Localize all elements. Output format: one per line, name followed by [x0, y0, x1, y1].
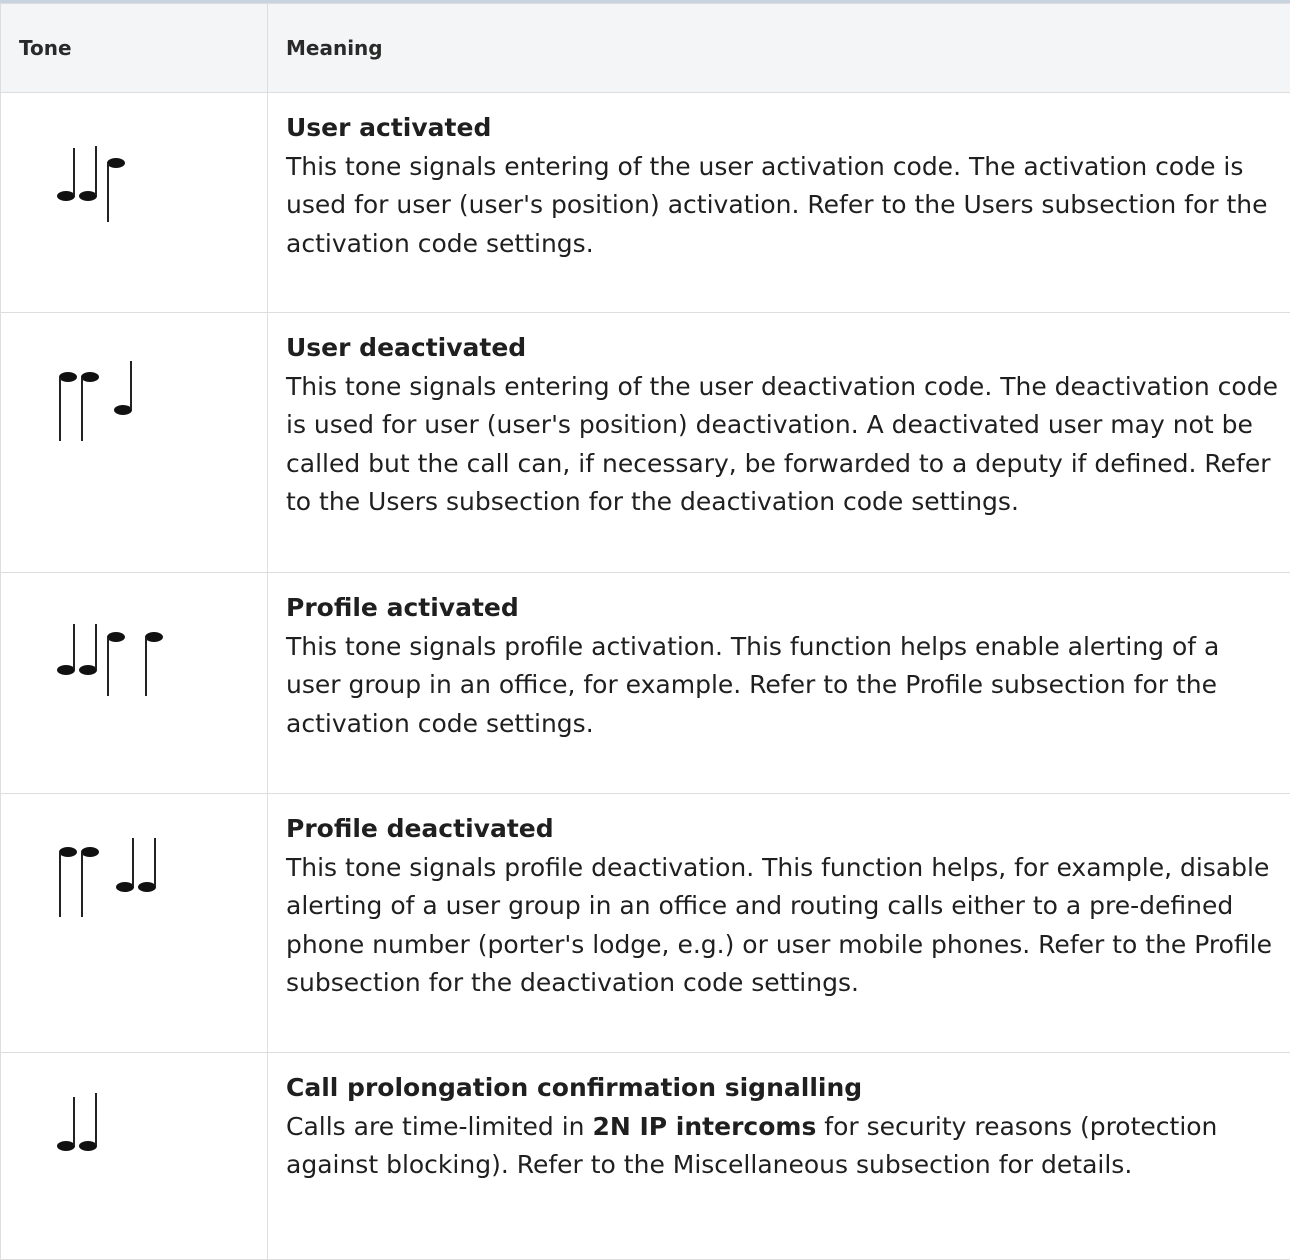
tones-table: Tone Meaning User activate [0, 3, 1290, 1260]
description-text: Calls are time-limited in [286, 1112, 592, 1141]
tones-table-frame: Tone Meaning User activate [0, 0, 1290, 1167]
tone-description: This tone signals profile deactivation. … [286, 853, 1272, 998]
table-row: Call prolongation confirmation signallin… [1, 1053, 1290, 1260]
meaning-cell: Call prolongation confirmation signallin… [268, 1053, 1290, 1260]
tone-title: User activated [286, 109, 1280, 148]
table-row: Profile activated This tone signals prof… [1, 573, 1290, 794]
tone-title: Profile deactivated [286, 810, 1280, 849]
table-row: User deactivated This tone signals enter… [1, 313, 1290, 573]
column-header-meaning: Meaning [268, 4, 1290, 93]
tone-cell [1, 794, 268, 1053]
table-row: User activated This tone signals enterin… [1, 93, 1290, 313]
tone-profile-activated-icon [53, 618, 193, 708]
meaning-cell: Profile activated This tone signals prof… [268, 573, 1290, 794]
table-header-row: Tone Meaning [1, 4, 1290, 93]
tone-description: This tone signals entering of the user d… [286, 372, 1278, 517]
meaning-cell: User deactivated This tone signals enter… [268, 313, 1290, 573]
table-row: Profile deactivated This tone signals pr… [1, 794, 1290, 1053]
tone-call-prolongation-icon [53, 1089, 153, 1169]
tone-cell [1, 313, 268, 573]
tone-title: User deactivated [286, 329, 1280, 368]
tone-cell [1, 93, 268, 313]
tone-title: Call prolongation confirmation signallin… [286, 1069, 1280, 1108]
tone-cell [1, 573, 268, 794]
meaning-cell: Profile deactivated This tone signals pr… [268, 794, 1290, 1053]
tone-cell [1, 1053, 268, 1260]
tone-user-deactivated-icon [53, 351, 173, 451]
tone-description: Calls are time-limited in 2N IP intercom… [286, 1112, 1217, 1180]
tone-user-activated-icon [53, 138, 173, 228]
tone-description: This tone signals entering of the user a… [286, 152, 1268, 258]
column-header-tone: Tone [1, 4, 268, 93]
product-name: 2N IP intercoms [592, 1112, 816, 1141]
meaning-cell: User activated This tone signals enterin… [268, 93, 1290, 313]
tone-title: Profile activated [286, 589, 1280, 628]
tone-profile-deactivated-icon [53, 830, 193, 930]
tone-description: This tone signals profile activation. Th… [286, 632, 1219, 738]
